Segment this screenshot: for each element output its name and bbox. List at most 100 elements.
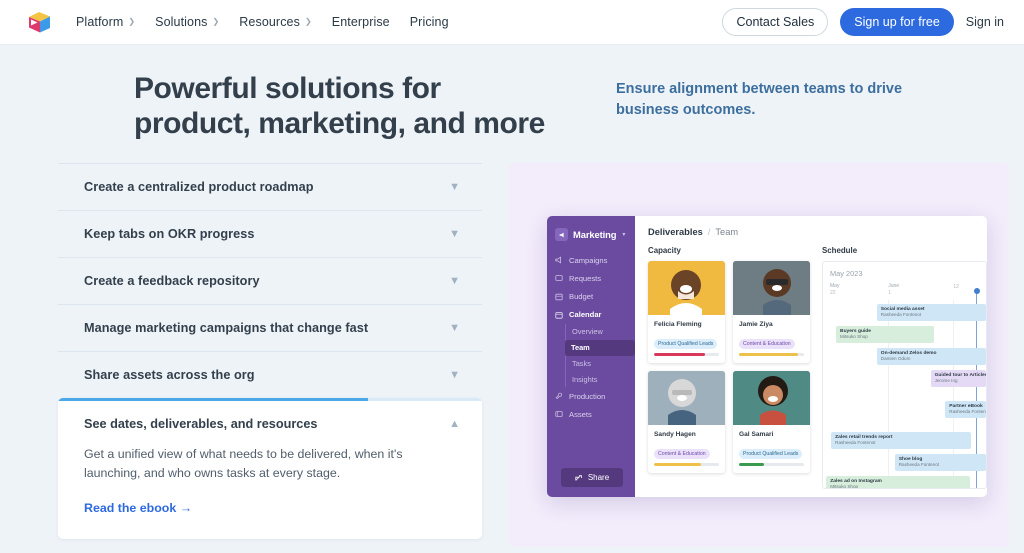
- brand-logo[interactable]: [24, 9, 54, 35]
- progress-bar: [58, 398, 368, 402]
- gantt-task[interactable]: Shoe blog Rasheeda Fontenot: [894, 454, 986, 472]
- gantt-task[interactable]: Social media asset Rasheeda Fontenot: [876, 304, 986, 322]
- accordion-item-assets[interactable]: Share assets across the org ▼: [58, 351, 482, 398]
- accordion-item-roadmap[interactable]: Create a centralized product roadmap ▼: [58, 163, 482, 210]
- gantt-tick-label: June: [888, 283, 900, 290]
- sidebar-subitem-tasks[interactable]: Tasks: [565, 355, 635, 372]
- sign-in-link[interactable]: Sign in: [966, 15, 1004, 29]
- contact-sales-button[interactable]: Contact Sales: [722, 8, 829, 36]
- hero-section: Powerful solutions for product, marketin…: [0, 45, 1024, 141]
- share-button[interactable]: Share: [561, 468, 623, 488]
- breadcrumb: Deliverables / Team: [648, 227, 987, 246]
- person-card-body: Sandy Hagen Content & Education: [648, 425, 725, 473]
- breadcrumb-parent[interactable]: Team: [715, 227, 738, 237]
- nav-label: Platform: [76, 15, 124, 29]
- sidebar-item-label: Production: [569, 391, 606, 401]
- chevron-down-icon: ▼: [449, 368, 460, 381]
- gantt-axis: May 22 June 1 12: [823, 283, 986, 300]
- nav-item-solutions[interactable]: Solutions ❯: [155, 15, 219, 29]
- chevron-down-icon: ▼: [449, 274, 460, 287]
- accordion-item-label: Share assets across the org: [84, 368, 255, 383]
- person-card[interactable]: Jamie Ziya Content & Education: [733, 261, 810, 364]
- accordion-item-label: Create a feedback repository: [84, 274, 260, 289]
- task-title: Guided tour to Articles: [934, 372, 986, 378]
- read-the-ebook-link[interactable]: Read the ebook →: [58, 484, 192, 515]
- accordion-item-label: Manage marketing campaigns that change f…: [84, 321, 369, 336]
- wrench-icon: [555, 392, 563, 400]
- task-title: Buyers guide: [840, 328, 872, 334]
- workspace-name: Marketing: [573, 229, 617, 241]
- capacity-fill: [739, 353, 798, 357]
- portrait-icon: [733, 261, 810, 316]
- nav-label: Resources: [239, 15, 300, 29]
- megaphone-icon: [559, 232, 564, 238]
- chevron-down-icon: ▼: [449, 180, 460, 193]
- gantt-rows: Social media asset Rasheeda Fontenot Buy…: [823, 288, 986, 489]
- accordion-open-header[interactable]: See dates, deliverables, and resources ▲: [58, 398, 482, 431]
- chevron-up-icon: ▲: [449, 417, 460, 430]
- sign-up-button[interactable]: Sign up for free: [840, 8, 954, 36]
- avatar: [648, 371, 725, 426]
- task-owner: Rasheeda Fontenot: [880, 312, 922, 318]
- page-title: Powerful solutions for product, marketin…: [134, 72, 545, 141]
- accordion-item-okr[interactable]: Keep tabs on OKR progress ▼: [58, 210, 482, 257]
- workspace-header[interactable]: Marketing ▾: [547, 228, 635, 242]
- airtable-cube-logo-icon: [29, 12, 50, 33]
- task-title: Social media asset: [880, 306, 925, 312]
- sidebar-item-label: Calendar: [569, 310, 602, 320]
- nav-label: Enterprise: [331, 15, 390, 29]
- gantt-task[interactable]: Partner eBook Rasheeda Fontenot: [945, 401, 986, 419]
- portrait-icon: [648, 371, 725, 426]
- main-columns: Capacity Felicia Fleming Product Qualifi…: [648, 246, 987, 490]
- task-owner: Mitsuko Shop: [840, 334, 868, 340]
- capacity-track: [739, 353, 804, 357]
- sidebar-item-label: Budget: [569, 292, 594, 302]
- header-actions: Contact Sales Sign up for free Sign in: [722, 8, 1004, 36]
- hero-subtitle: Ensure alignment between teams to drive …: [616, 81, 903, 119]
- nav-item-enterprise[interactable]: Enterprise: [332, 15, 390, 29]
- sidebar-item-calendar[interactable]: Calendar: [547, 306, 635, 324]
- schedule-heading: Schedule: [822, 246, 858, 256]
- sidebar-item-campaigns[interactable]: Campaigns: [547, 251, 635, 269]
- gantt-year: 2023: [846, 269, 863, 279]
- accordion-item-label: Keep tabs on OKR progress: [84, 227, 255, 242]
- gantt-chart: May 2023 May 22 June 1 12 Social media a…: [822, 261, 987, 490]
- capacity-heading: Capacity: [648, 246, 681, 256]
- sidebar-item-production[interactable]: Production: [547, 387, 635, 405]
- person-card[interactable]: Felicia Fleming Product Qualified Leads: [648, 261, 725, 364]
- task-title: Zales ad on Instagram: [830, 478, 882, 484]
- gantt-task[interactable]: On-demand Zelos demo Damien Odum: [876, 348, 986, 366]
- sidebar-item-requests[interactable]: Requests: [547, 269, 635, 287]
- gantt-tick-sub: 1: [888, 290, 891, 297]
- breadcrumb-current[interactable]: Deliverables: [648, 227, 703, 237]
- sidebar-subitem-insights[interactable]: Insights: [565, 371, 635, 388]
- accordion-description: Get a unified view of what needs to be d…: [84, 447, 403, 481]
- gantt-month: May: [830, 269, 844, 279]
- gantt-task[interactable]: Zales ad on Instagram Mitsuko Shop: [826, 476, 970, 489]
- capacity-track: [739, 463, 804, 467]
- share-arrow-icon: [575, 474, 582, 481]
- sidebar-subitem-overview[interactable]: Overview: [565, 323, 635, 340]
- gantt-task[interactable]: Zales retail trends report Rasheeda Font…: [831, 432, 972, 450]
- person-card[interactable]: Sandy Hagen Content & Education: [648, 371, 725, 474]
- sidebar-subitem-team[interactable]: Team: [565, 339, 635, 356]
- sidebar-item-budget[interactable]: Budget: [547, 288, 635, 306]
- sidebar-item-assets[interactable]: Assets: [547, 405, 635, 423]
- task-title: Zales retail trends report: [835, 434, 893, 440]
- nav-item-platform[interactable]: Platform ❯: [76, 15, 135, 29]
- main-nav: Platform ❯ Solutions ❯ Resources ❯ Enter…: [76, 15, 449, 29]
- nav-item-resources[interactable]: Resources ❯: [239, 15, 311, 29]
- nav-item-pricing[interactable]: Pricing: [410, 15, 449, 29]
- accordion-item-label: Create a centralized product roadmap: [84, 180, 314, 195]
- person-name: Jamie Ziya: [739, 321, 773, 329]
- accordion-item-feedback[interactable]: Create a feedback repository ▼: [58, 257, 482, 304]
- gantt-task[interactable]: Guided tour to Articles Jerome Ing: [930, 370, 986, 388]
- gantt-tick-sub: 22: [830, 290, 836, 297]
- gantt-task[interactable]: Buyers guide Mitsuko Shop: [836, 326, 934, 344]
- inbox-icon: [555, 275, 563, 282]
- status-badge: Product Qualified Leads: [654, 339, 718, 350]
- person-card[interactable]: Gal Samari Product Qualified Leads: [733, 371, 810, 474]
- accordion-item-campaigns[interactable]: Manage marketing campaigns that change f…: [58, 304, 482, 351]
- capacity-cards: Felicia Fleming Product Qualified Leads: [648, 261, 811, 474]
- person-card-body: Felicia Fleming Product Qualified Leads: [648, 315, 725, 363]
